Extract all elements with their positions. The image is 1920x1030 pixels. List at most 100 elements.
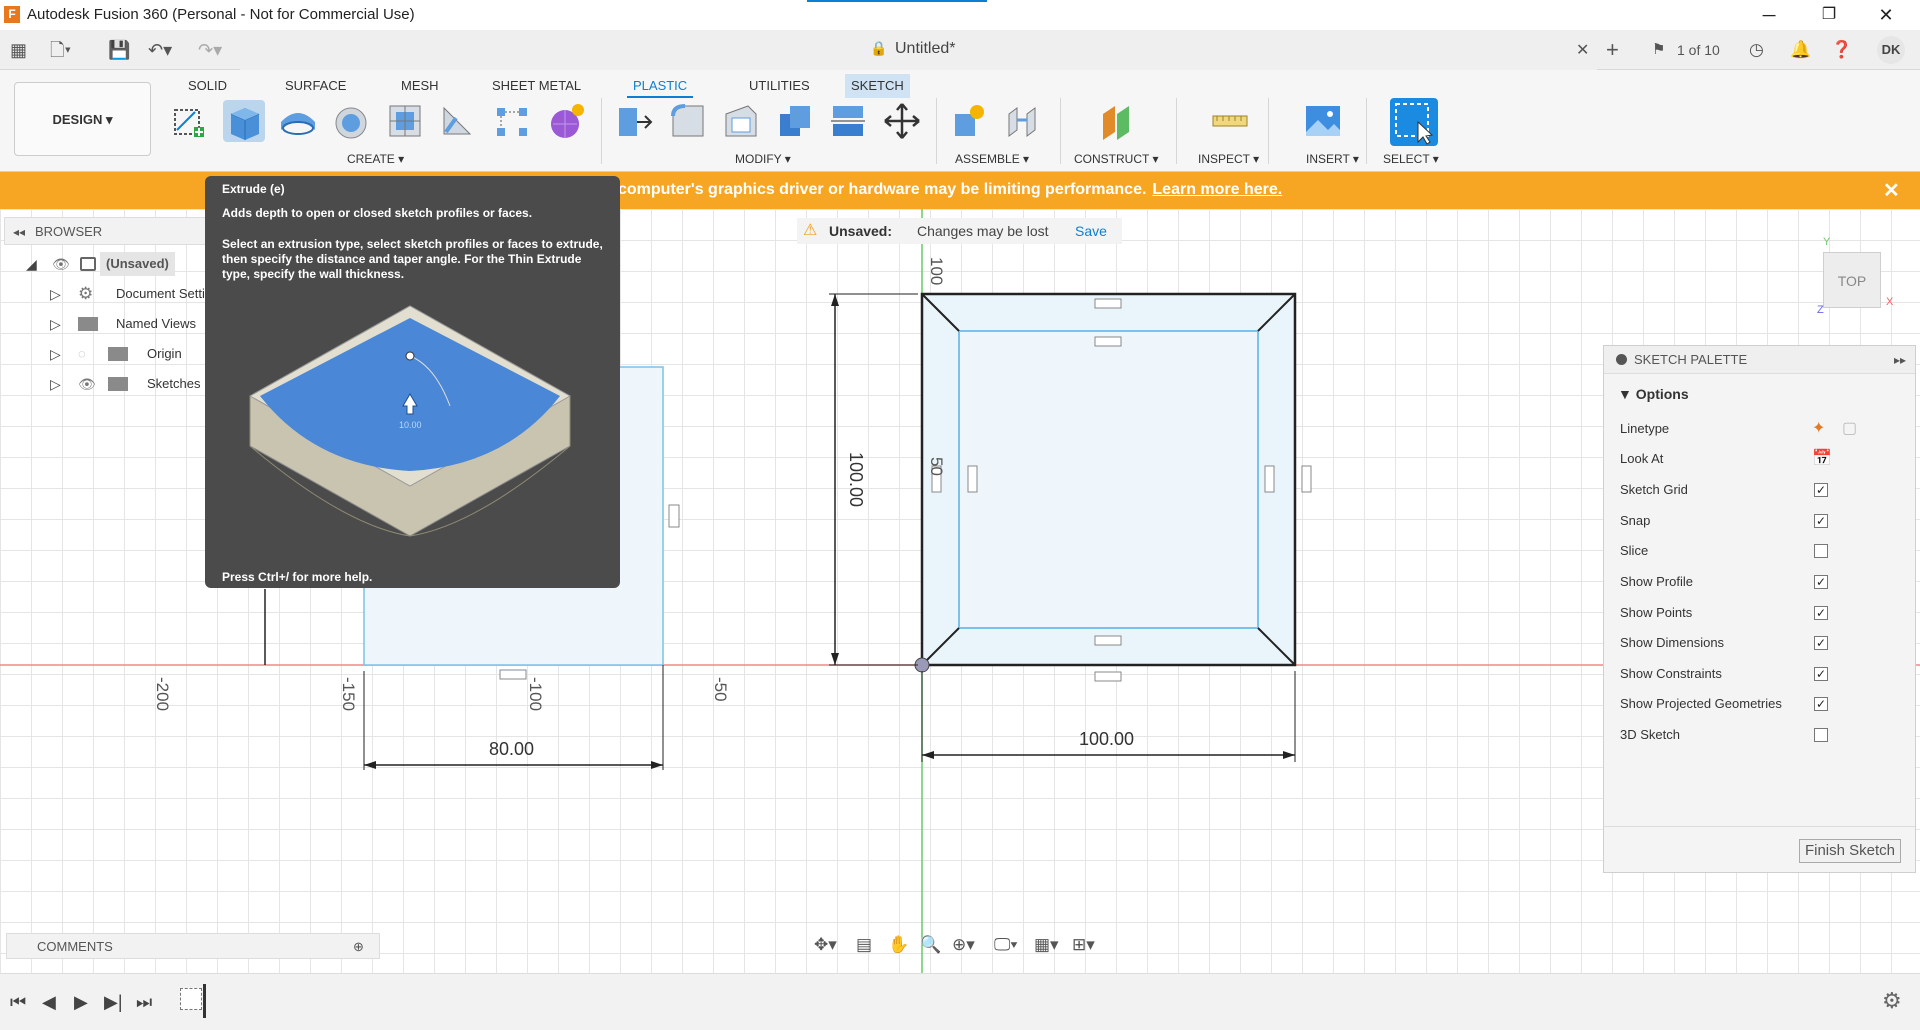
timeline-marker[interactable]	[203, 984, 206, 1018]
options-section[interactable]: ▼ Options	[1618, 386, 1689, 402]
learn-more-link[interactable]: Learn more here.	[1152, 181, 1282, 198]
eye-icon[interactable]: 👁	[78, 372, 96, 396]
palette-pin-icon[interactable]	[1616, 354, 1627, 365]
select-tool[interactable]	[1390, 98, 1438, 146]
play-icon[interactable]: ▶	[74, 992, 88, 1013]
maximize-button[interactable]: ❐	[1806, 2, 1852, 28]
group-insert[interactable]: INSERT ▾	[1306, 151, 1359, 167]
close-tab-icon[interactable]: ✕	[1576, 40, 1589, 60]
job-status-icon[interactable]: ⚑	[1652, 38, 1665, 62]
add-comment-icon[interactable]: ⊕	[353, 934, 364, 960]
group-select[interactable]: SELECT ▾	[1383, 151, 1439, 167]
sweep-tool[interactable]	[330, 100, 372, 142]
group-construct[interactable]: CONSTRUCT ▾	[1074, 151, 1158, 167]
finish-sketch-button[interactable]: Finish Sketch	[1799, 839, 1901, 863]
expand-icon[interactable]: ▷	[50, 312, 61, 336]
shell-tool[interactable]	[720, 100, 762, 142]
slice-checkbox[interactable]	[1814, 544, 1828, 558]
timeline-settings-icon[interactable]: ⚙	[1882, 988, 1902, 1014]
press-pull-tool[interactable]	[613, 100, 655, 142]
avatar[interactable]: DK	[1877, 36, 1905, 64]
dimension-label-width[interactable]: 100.00	[1079, 729, 1134, 750]
viewports-icon[interactable]: ⊞▾	[1072, 935, 1095, 955]
centerline-linetype-icon[interactable]: ▢	[1842, 414, 1857, 444]
construction-linetype-icon[interactable]: ✦	[1812, 414, 1825, 444]
banner-close-button[interactable]: ✕	[1883, 178, 1900, 203]
show-constraints-checkbox[interactable]: ✓	[1814, 667, 1828, 681]
revolve-tool[interactable]	[277, 100, 319, 142]
clock-icon[interactable]: ◷	[1749, 38, 1764, 62]
group-inspect[interactable]: INSPECT ▾	[1198, 151, 1259, 167]
show-projected-checkbox[interactable]: ✓	[1814, 697, 1828, 711]
app-grid-icon[interactable]: ▦	[10, 39, 27, 61]
sketch-grid-checkbox[interactable]: ✓	[1814, 483, 1828, 497]
workspace-switcher[interactable]: DESIGN ▾	[14, 82, 151, 156]
tab-plastic[interactable]: PLASTIC	[627, 74, 694, 98]
step-back-icon[interactable]: ◀	[42, 992, 56, 1013]
zoom-icon[interactable]: 🔍	[920, 935, 941, 955]
move-copy-tool[interactable]	[881, 100, 923, 142]
save-link[interactable]: Save	[1075, 218, 1107, 244]
eye-hidden-icon[interactable]: ◌	[78, 342, 86, 366]
group-create[interactable]: CREATE ▾	[347, 151, 404, 167]
show-points-checkbox[interactable]: ✓	[1814, 606, 1828, 620]
step-forward-icon[interactable]: ▶|	[104, 992, 123, 1013]
insert-image-tool[interactable]	[1302, 100, 1344, 142]
group-assemble[interactable]: ASSEMBLE ▾	[955, 151, 1029, 167]
create-sketch-tool[interactable]	[168, 100, 210, 142]
save-icon[interactable]: 💾	[108, 39, 130, 61]
go-to-start-icon[interactable]: ⏮	[10, 992, 26, 1013]
page-count[interactable]: 1 of 10	[1677, 38, 1720, 62]
display-settings-icon[interactable]: 🖵▾	[994, 935, 1018, 955]
rectangle-pattern-tool[interactable]	[491, 100, 533, 142]
extrude-tool[interactable]	[223, 100, 265, 142]
help-icon[interactable]: ❓	[1831, 38, 1852, 62]
collapse-icon[interactable]: ◂◂	[13, 218, 25, 246]
expand-icon[interactable]: ▷	[50, 342, 61, 366]
eye-icon[interactable]: 👁	[52, 252, 70, 276]
document-tab[interactable]: 🔒 Untitled* ✕	[240, 30, 1597, 70]
view-cube[interactable]: TOP	[1823, 252, 1881, 308]
grid-settings-icon[interactable]: ▦▾	[1034, 935, 1059, 955]
tab-sketch[interactable]: SKETCH	[845, 74, 910, 98]
snap-checkbox[interactable]: ✓	[1814, 514, 1828, 528]
offset-plane-tool[interactable]	[1097, 100, 1139, 142]
new-tab-icon[interactable]: +	[1606, 38, 1619, 62]
combine-tool[interactable]	[774, 100, 816, 142]
file-menu-icon[interactable]: 🗋▾	[50, 39, 71, 61]
expand-icon[interactable]: ▷	[50, 372, 61, 396]
go-to-end-icon[interactable]: ⏭	[136, 992, 152, 1013]
expand-icon[interactable]: ◢	[26, 252, 37, 276]
dimension-label-80[interactable]: 80.00	[489, 739, 534, 760]
split-body-tool[interactable]	[827, 100, 869, 142]
look-at-nav-icon[interactable]: ▤	[856, 935, 872, 955]
orbit-icon[interactable]: ✥▾	[814, 935, 837, 955]
close-window-button[interactable]: ✕	[1863, 2, 1909, 28]
form-tool[interactable]	[545, 100, 587, 142]
tab-sheet-metal[interactable]: SHEET METAL	[486, 74, 587, 98]
redo-icon[interactable]: ↷▾	[198, 39, 222, 61]
minimize-button[interactable]: ─	[1746, 2, 1792, 28]
browser-header[interactable]: ◂◂ BROWSER	[4, 217, 214, 245]
palette-header[interactable]: SKETCH PALETTE ▸▸	[1604, 346, 1915, 374]
rib-tool[interactable]	[436, 100, 478, 142]
expand-panel-icon[interactable]: ▸▸	[1894, 346, 1906, 374]
expand-icon[interactable]: ▷	[50, 282, 61, 306]
joint-tool[interactable]	[1001, 100, 1043, 142]
show-profile-checkbox[interactable]: ✓	[1814, 575, 1828, 589]
comments-panel[interactable]: COMMENTS ⊕	[6, 933, 380, 959]
browser-item-root[interactable]: ◢ 👁 (Unsaved)	[24, 252, 214, 276]
section-collapse-icon[interactable]: ▼	[1618, 386, 1636, 402]
pan-icon[interactable]: ✋	[888, 935, 909, 955]
tab-utilities[interactable]: UTILITIES	[743, 74, 816, 98]
dimension-label-height[interactable]: 100.00	[845, 452, 866, 507]
fillet-tool[interactable]	[667, 100, 709, 142]
tab-mesh[interactable]: MESH	[395, 74, 445, 98]
show-dimensions-checkbox[interactable]: ✓	[1814, 636, 1828, 650]
tab-solid[interactable]: SOLID	[182, 74, 233, 98]
new-component-tool[interactable]	[947, 100, 989, 142]
fit-icon[interactable]: ⊕▾	[952, 935, 975, 955]
measure-tool[interactable]	[1209, 100, 1251, 142]
notifications-icon[interactable]: 🔔	[1790, 38, 1811, 62]
loft-tool[interactable]	[384, 100, 426, 142]
